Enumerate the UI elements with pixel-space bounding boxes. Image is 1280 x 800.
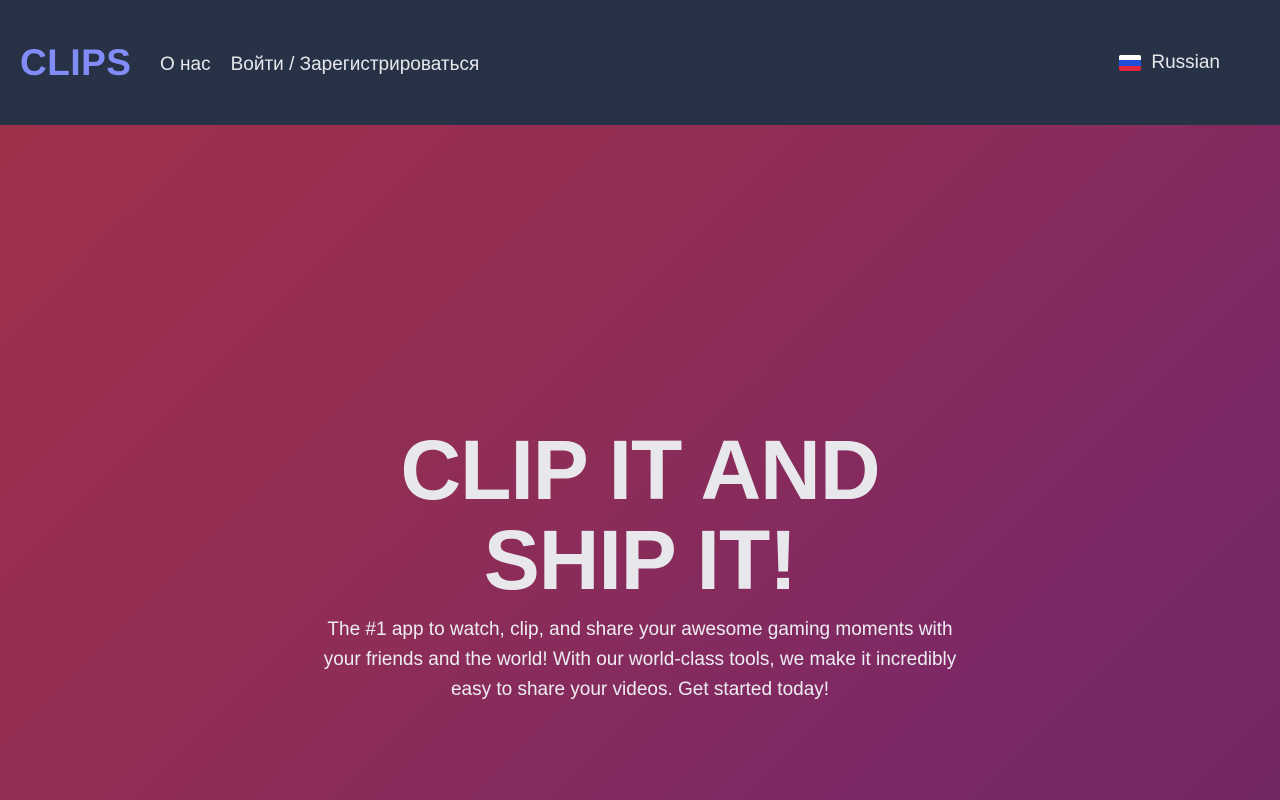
russia-flag-icon bbox=[1119, 55, 1142, 71]
hero-description: The #1 app to watch, clip, and share you… bbox=[323, 619, 957, 700]
nav-link-about[interactable]: О нас bbox=[160, 52, 211, 78]
hero-section: CLIP IT AND SHIP IT! The #1 app to watch… bbox=[0, 125, 1280, 800]
nav-links: О нас Войти / Зарегистрироваться bbox=[160, 52, 479, 78]
hero-title-line-2: SHIP IT! bbox=[483, 513, 798, 607]
hero-title-line-1: CLIP IT AND bbox=[400, 423, 880, 517]
language-label: Russian bbox=[1151, 52, 1220, 73]
hero-title: CLIP IT AND SHIP IT! bbox=[0, 425, 1280, 605]
language-selector[interactable]: Russian bbox=[1119, 50, 1220, 76]
brand-logo-link[interactable]: CLIPS bbox=[20, 40, 131, 86]
nav-link-login-register[interactable]: Войти / Зарегистрироваться bbox=[231, 52, 480, 78]
top-navbar: CLIPS О нас Войти / Зарегистрироваться R… bbox=[0, 0, 1280, 125]
